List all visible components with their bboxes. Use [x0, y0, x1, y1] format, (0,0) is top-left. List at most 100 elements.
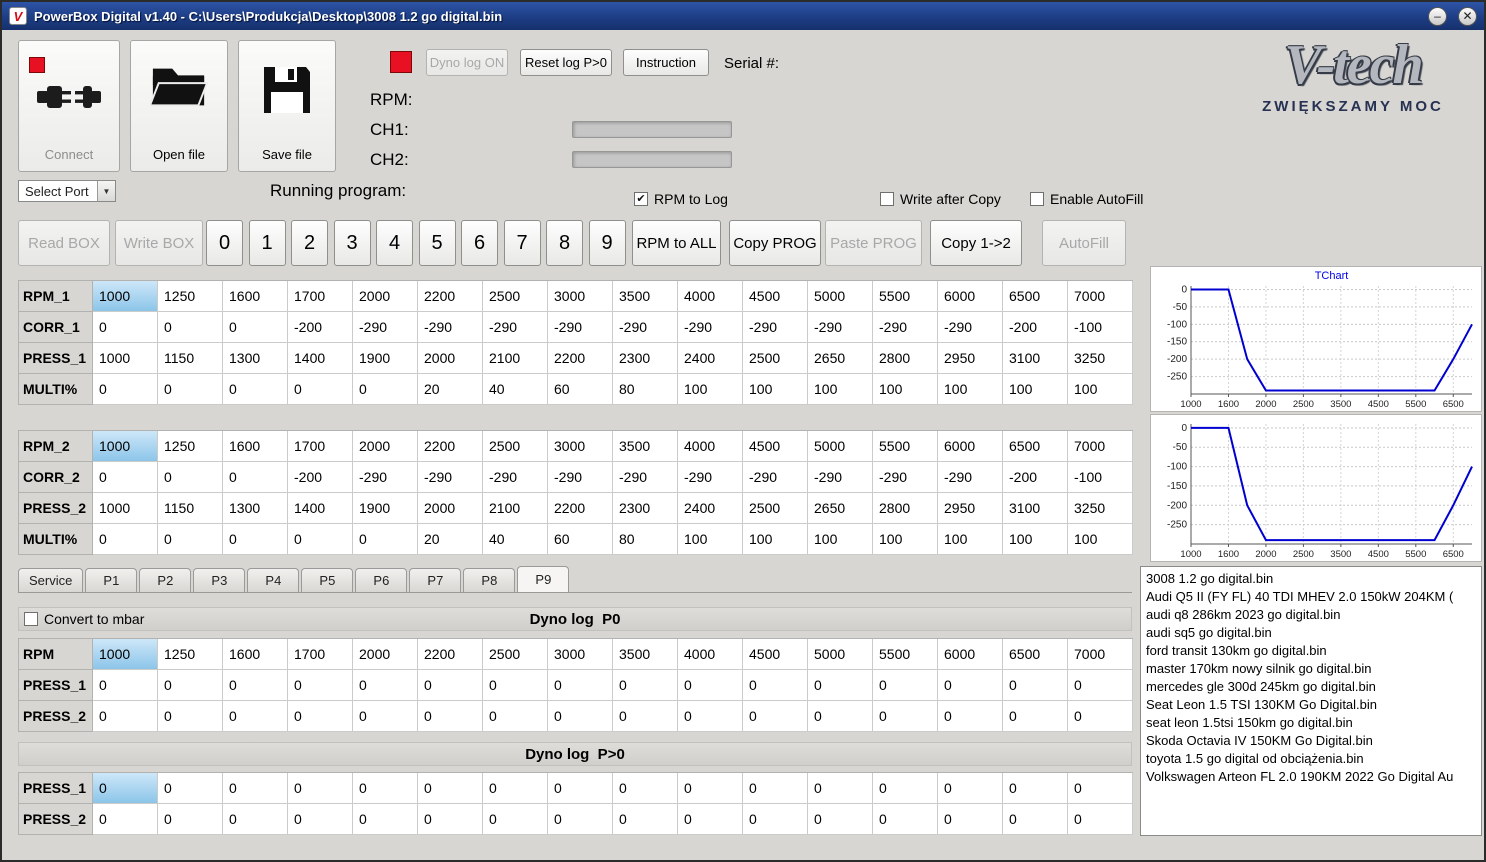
- paste-prog-button[interactable]: Paste PROG: [825, 220, 922, 266]
- convert-to-mbar-checkbox[interactable]: Convert to mbar: [24, 611, 144, 627]
- table-cell[interactable]: 100: [743, 374, 808, 405]
- table-cell[interactable]: 5000: [808, 639, 873, 670]
- table-cell[interactable]: 3500: [613, 639, 678, 670]
- table-cell[interactable]: 0: [353, 701, 418, 732]
- table-cell[interactable]: 0: [613, 773, 678, 804]
- connect-button[interactable]: Connect: [18, 40, 120, 172]
- table-cell[interactable]: 0: [158, 670, 223, 701]
- table-cell[interactable]: 2500: [483, 281, 548, 312]
- table-cell[interactable]: 3000: [548, 639, 613, 670]
- copy-1-to-2-button[interactable]: Copy 1->2: [930, 220, 1022, 266]
- table-cell[interactable]: -290: [678, 312, 743, 343]
- table-cell[interactable]: 4500: [743, 639, 808, 670]
- digit-button-1[interactable]: 1: [248, 220, 286, 266]
- table-cell[interactable]: 0: [483, 804, 548, 835]
- table-cell[interactable]: 80: [613, 374, 678, 405]
- table-cell[interactable]: 0: [353, 670, 418, 701]
- table-cell[interactable]: 3500: [613, 281, 678, 312]
- table-cell[interactable]: 0: [158, 804, 223, 835]
- table-cell[interactable]: 2200: [418, 639, 483, 670]
- table-cell[interactable]: 0: [1003, 701, 1068, 732]
- table-cell[interactable]: 2100: [483, 493, 548, 524]
- save-file-button[interactable]: Save file: [238, 40, 336, 172]
- table-cell[interactable]: 5500: [873, 639, 938, 670]
- table-cell[interactable]: 2950: [938, 493, 1003, 524]
- minimize-button[interactable]: –: [1428, 6, 1447, 26]
- table-cell[interactable]: 0: [223, 670, 288, 701]
- table-cell[interactable]: 0: [938, 670, 1003, 701]
- table-cell[interactable]: -290: [873, 312, 938, 343]
- table-cell[interactable]: -290: [743, 312, 808, 343]
- table-cell[interactable]: 1600: [223, 281, 288, 312]
- table-cell[interactable]: -290: [353, 312, 418, 343]
- table-cell[interactable]: 2400: [678, 343, 743, 374]
- table-cell[interactable]: 0: [548, 701, 613, 732]
- tab-p1[interactable]: P1: [85, 568, 138, 592]
- table-cell[interactable]: 6000: [938, 281, 1003, 312]
- dyno-log-on-button[interactable]: Dyno log ON: [426, 49, 508, 76]
- table-cell[interactable]: 1150: [158, 493, 223, 524]
- table-cell[interactable]: 3100: [1003, 493, 1068, 524]
- table-cell[interactable]: 0: [418, 804, 483, 835]
- table-cell[interactable]: 0: [873, 701, 938, 732]
- table-cell[interactable]: 80: [613, 524, 678, 555]
- table-cell[interactable]: 2650: [808, 343, 873, 374]
- table-cell[interactable]: 0: [288, 374, 353, 405]
- table-cell[interactable]: -290: [743, 462, 808, 493]
- table-cell[interactable]: 0: [353, 524, 418, 555]
- table-cell[interactable]: 2000: [418, 343, 483, 374]
- table-cell[interactable]: 0: [93, 773, 158, 804]
- table-cell[interactable]: 1600: [223, 431, 288, 462]
- table-cell[interactable]: -200: [1003, 312, 1068, 343]
- table-cell[interactable]: 0: [808, 804, 873, 835]
- table-cell[interactable]: 0: [548, 670, 613, 701]
- file-list-item[interactable]: audi q8 286km 2023 go digital.bin: [1146, 606, 1476, 624]
- table-cell[interactable]: 0: [223, 312, 288, 343]
- table-cell[interactable]: 2300: [613, 493, 678, 524]
- digit-button-7[interactable]: 7: [503, 220, 541, 266]
- file-list-item[interactable]: toyota 1.5 go digital od obciążenia.bin: [1146, 750, 1476, 768]
- table-cell[interactable]: 0: [678, 670, 743, 701]
- table-cell[interactable]: 0: [483, 670, 548, 701]
- table-cell[interactable]: 0: [483, 701, 548, 732]
- table-cell[interactable]: 6000: [938, 431, 1003, 462]
- table-cell[interactable]: 0: [548, 804, 613, 835]
- table-cell[interactable]: 5000: [808, 281, 873, 312]
- tab-p4[interactable]: P4: [247, 568, 300, 592]
- table-cell[interactable]: 2800: [873, 493, 938, 524]
- table-cell[interactable]: 7000: [1068, 431, 1133, 462]
- open-file-button[interactable]: Open file: [130, 40, 228, 172]
- table-cell[interactable]: 1300: [223, 343, 288, 374]
- table-cell[interactable]: 0: [418, 670, 483, 701]
- table-cell[interactable]: 1600: [223, 639, 288, 670]
- table-cell[interactable]: 0: [93, 462, 158, 493]
- table-cell[interactable]: 100: [743, 524, 808, 555]
- table-cell[interactable]: -290: [483, 462, 548, 493]
- table-cell[interactable]: 0: [223, 374, 288, 405]
- table-cell[interactable]: -290: [353, 462, 418, 493]
- table-cell[interactable]: 60: [548, 524, 613, 555]
- table-cell[interactable]: -100: [1068, 312, 1133, 343]
- table-cell[interactable]: -290: [938, 462, 1003, 493]
- table-cell[interactable]: 4500: [743, 281, 808, 312]
- table-cell[interactable]: 0: [288, 804, 353, 835]
- table-cell[interactable]: -200: [288, 312, 353, 343]
- table-cell[interactable]: 6500: [1003, 639, 1068, 670]
- table-cell[interactable]: 2200: [418, 281, 483, 312]
- tab-p6[interactable]: P6: [355, 568, 408, 592]
- table-cell[interactable]: 0: [158, 701, 223, 732]
- table-cell[interactable]: 2500: [743, 493, 808, 524]
- instruction-button[interactable]: Instruction: [623, 49, 709, 76]
- table-cell[interactable]: 0: [873, 773, 938, 804]
- table-cell[interactable]: 100: [873, 524, 938, 555]
- digit-button-0[interactable]: 0: [206, 220, 243, 266]
- table-cell[interactable]: -290: [548, 312, 613, 343]
- table-cell[interactable]: 0: [613, 670, 678, 701]
- file-list-item[interactable]: Skoda Octavia IV 150KM Go Digital.bin: [1146, 732, 1476, 750]
- table-cell[interactable]: 1700: [288, 431, 353, 462]
- table-cell[interactable]: -290: [483, 312, 548, 343]
- table-cell[interactable]: 0: [938, 701, 1003, 732]
- table-cell[interactable]: 0: [418, 773, 483, 804]
- table-cell[interactable]: 1250: [158, 281, 223, 312]
- table-cell[interactable]: 2500: [483, 431, 548, 462]
